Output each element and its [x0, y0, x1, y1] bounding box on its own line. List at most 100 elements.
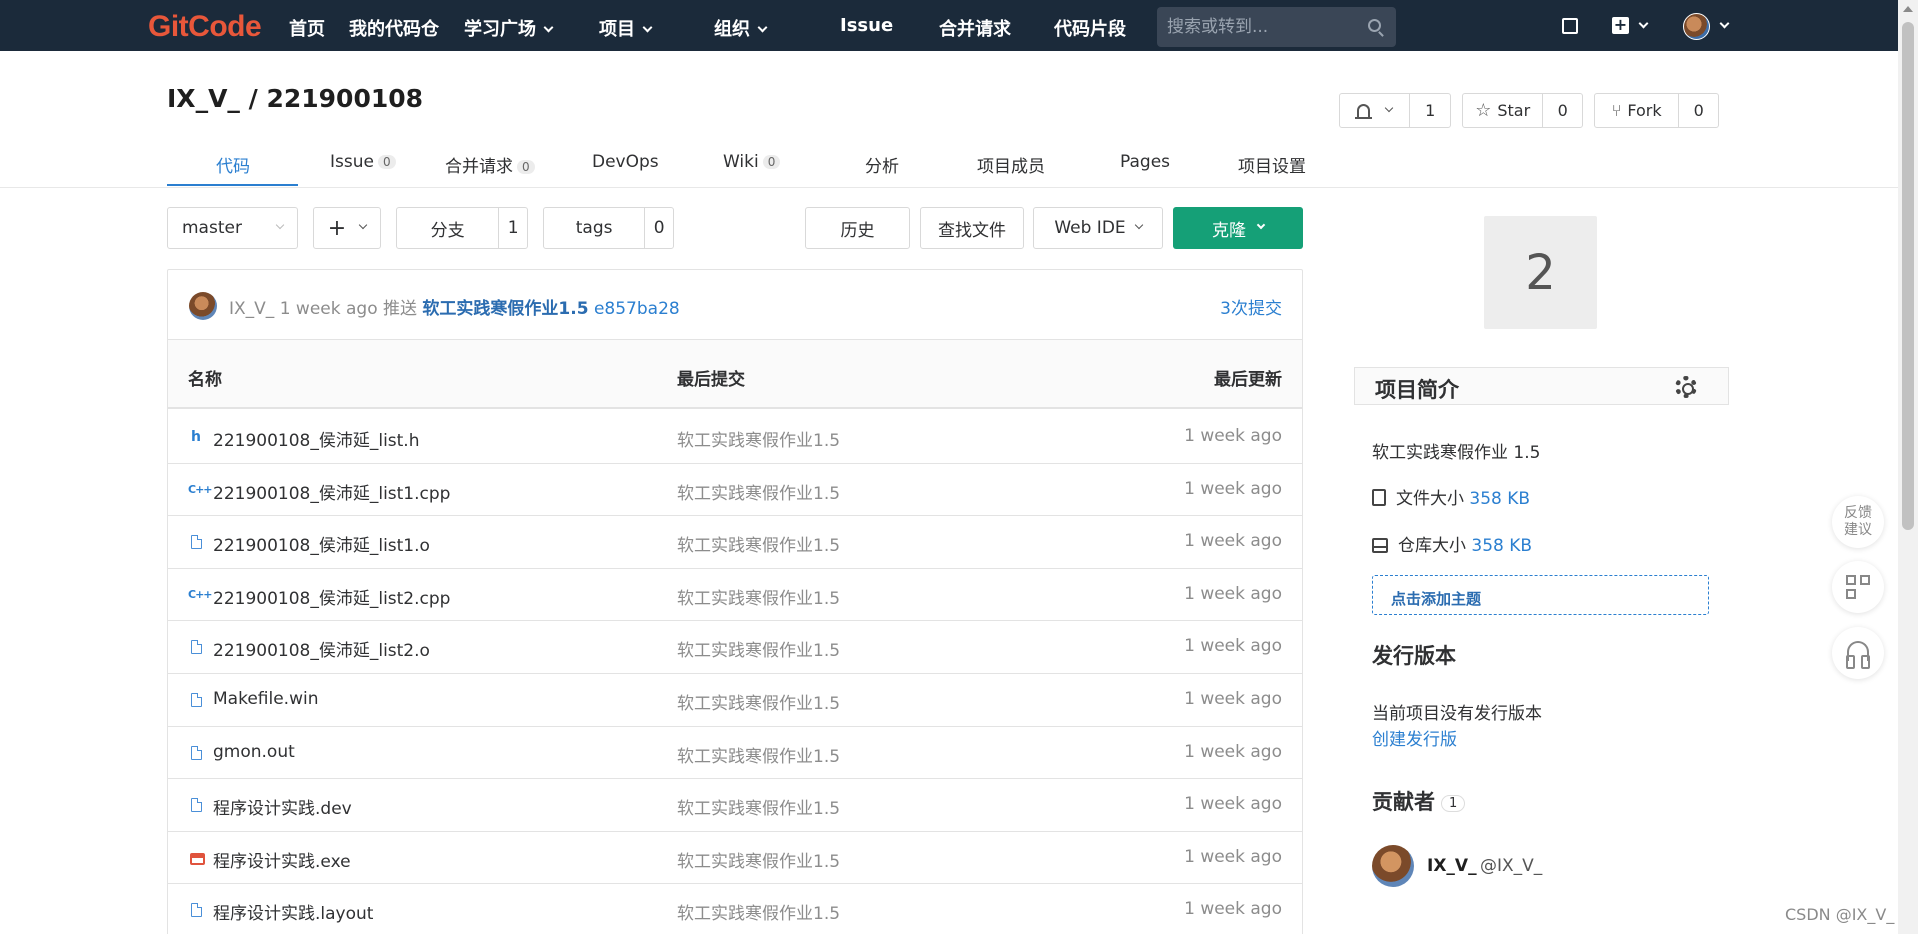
table-row[interactable]: 程序设计实践.exe 软工实践寒假作业1.5 1 week ago [168, 832, 1302, 885]
tab-analytics[interactable]: 分析 [865, 152, 899, 177]
table-row[interactable]: gmon.out 软工实践寒假作业1.5 1 week ago [168, 727, 1302, 780]
cpp-file-icon: C++ [188, 482, 213, 496]
nav-snippets[interactable]: 代码片段 [1054, 15, 1126, 41]
table-row[interactable]: h 221900108_侯沛延_list.h 软工实践寒假作业1.5 1 wee… [168, 411, 1302, 464]
scroll-up-arrow[interactable] [1903, 6, 1913, 12]
tab-pages[interactable]: Pages [1120, 152, 1170, 172]
watch-button[interactable]: 1 [1339, 93, 1451, 128]
star-label: Star [1497, 101, 1531, 120]
chevron-down-icon[interactable] [1638, 18, 1649, 29]
file-last-commit[interactable]: 软工实践寒假作业1.5 [677, 426, 840, 451]
file-name[interactable]: gmon.out [213, 742, 295, 762]
fork-button[interactable]: ⑂ Fork 0 [1594, 93, 1719, 128]
active-tab-indicator [167, 184, 298, 186]
table-row[interactable]: 221900108_侯沛延_list1.o 软工实践寒假作业1.5 1 week… [168, 516, 1302, 569]
support-button[interactable] [1832, 627, 1884, 679]
nav-orgs[interactable]: 组织 [714, 15, 768, 41]
tab-settings[interactable]: 项目设置 [1238, 152, 1306, 177]
todo-icon[interactable] [1562, 18, 1578, 34]
commit-message[interactable]: 软工实践寒假作业1.5 [422, 299, 588, 319]
contributor-name[interactable]: IX_V_ [1427, 856, 1477, 876]
repo-size-value[interactable]: 358 KB [1471, 536, 1532, 556]
project-intro-title: 项目简介 [1375, 378, 1459, 402]
user-avatar[interactable] [1683, 13, 1710, 40]
feedback-button[interactable]: 反馈 建议 [1832, 496, 1884, 548]
file-name[interactable]: 程序设计实践.dev [213, 794, 352, 819]
tags-count: 0 [644, 208, 673, 248]
nav-merge-requests[interactable]: 合并请求 [939, 15, 1011, 41]
tags-button[interactable]: tags 0 [543, 207, 674, 249]
create-release-link[interactable]: 创建发行版 [1372, 725, 1457, 750]
search-icon[interactable] [1368, 19, 1381, 32]
file-last-commit[interactable]: 软工实践寒假作业1.5 [677, 636, 840, 661]
file-name[interactable]: 221900108_侯沛延_list1.cpp [213, 479, 450, 504]
nav-my-repos[interactable]: 我的代码仓 [349, 15, 439, 41]
file-size-value[interactable]: 358 KB [1469, 489, 1530, 509]
file-last-commit[interactable]: 软工实践寒假作业1.5 [677, 531, 840, 556]
qr-code-button[interactable] [1832, 561, 1884, 613]
clone-label: 克隆 [1212, 220, 1246, 241]
branches-button[interactable]: 分支 1 [396, 207, 528, 249]
file-last-commit[interactable]: 软工实践寒假作业1.5 [677, 742, 840, 767]
file-last-commit[interactable]: 软工实践寒假作业1.5 [677, 794, 840, 819]
nav-learning[interactable]: 学习广场 [464, 15, 554, 41]
fork-label: Fork [1627, 101, 1662, 120]
repo-size-label: 仓库大小 [1398, 536, 1466, 556]
find-file-button[interactable]: 查找文件 [920, 207, 1024, 249]
page-scrollbar[interactable] [1898, 0, 1918, 934]
tab-code[interactable]: 代码 [216, 152, 250, 177]
tab-issue[interactable]: Issue 0 [330, 152, 396, 172]
file-name[interactable]: 221900108_侯沛延_list2.o [213, 636, 430, 661]
file-name[interactable]: 221900108_侯沛延_list1.o [213, 531, 430, 556]
file-name[interactable]: 221900108_侯沛延_list.h [213, 426, 420, 451]
file-name[interactable]: 程序设计实践.layout [213, 899, 373, 924]
clone-button[interactable]: 克隆 [1173, 207, 1303, 249]
gear-icon[interactable] [1675, 376, 1697, 398]
gitcode-logo[interactable]: GitCode [148, 10, 262, 44]
tab-members[interactable]: 项目成员 [977, 152, 1045, 177]
file-icon [191, 693, 202, 707]
table-row[interactable]: 程序设计实践.dev 软工实践寒假作业1.5 1 week ago [168, 779, 1302, 832]
add-topic-button[interactable]: 点击添加主题 [1372, 575, 1709, 615]
feedback-label: 反馈 [1844, 505, 1872, 521]
file-name[interactable]: 221900108_侯沛延_list2.cpp [213, 584, 450, 609]
tab-wiki[interactable]: Wiki 0 [723, 152, 781, 172]
table-row[interactable]: Makefile.win 软工实践寒假作业1.5 1 week ago [168, 674, 1302, 727]
table-row[interactable]: C++ 221900108_侯沛延_list1.cpp 软工实践寒假作业1.5 … [168, 464, 1302, 517]
search-input[interactable] [1167, 15, 1357, 39]
file-last-commit[interactable]: 软工实践寒假作业1.5 [677, 847, 840, 872]
web-ide-button[interactable]: Web IDE [1033, 207, 1163, 249]
file-name[interactable]: 程序设计实践.exe [213, 847, 351, 872]
history-button[interactable]: 历史 [805, 207, 910, 249]
commit-hash[interactable]: e857ba28 [594, 299, 680, 319]
file-last-commit[interactable]: 软工实践寒假作业1.5 [677, 479, 840, 504]
table-row[interactable]: 221900108_侯沛延_list2.o 软工实践寒假作业1.5 1 week… [168, 621, 1302, 674]
add-file-button[interactable]: + [313, 207, 381, 249]
branches-count: 1 [498, 208, 527, 248]
file-last-commit[interactable]: 软工实践寒假作业1.5 [677, 899, 840, 924]
branch-select[interactable]: master [167, 207, 298, 249]
nav-home[interactable]: 首页 [289, 15, 325, 41]
nav-projects[interactable]: 项目 [599, 15, 653, 41]
avatar[interactable] [1372, 845, 1414, 887]
commit-count-link[interactable]: 3次提交 [1220, 294, 1282, 319]
tab-merge-requests[interactable]: 合并请求 0 [445, 152, 535, 177]
scrollbar-thumb[interactable] [1902, 22, 1914, 530]
project-title[interactable]: IX_V_ / 221900108 [167, 84, 423, 113]
create-new-icon[interactable]: + [1612, 17, 1629, 34]
qr-code-icon [1860, 575, 1870, 585]
star-button[interactable]: ☆ Star 0 [1462, 93, 1583, 128]
nav-issue[interactable]: Issue [840, 15, 893, 36]
file-last-commit[interactable]: 软工实践寒假作业1.5 [677, 584, 840, 609]
tab-devops[interactable]: DevOps [592, 152, 659, 172]
commit-author[interactable]: IX_V_ [229, 299, 274, 319]
file-browser: IX_V_ 1 week ago 推送 软工实践寒假作业1.5 e857ba28… [167, 269, 1303, 934]
table-row[interactable]: 程序设计实践.layout 软工实践寒假作业1.5 1 week ago [168, 884, 1302, 934]
file-name[interactable]: Makefile.win [213, 689, 318, 709]
avatar[interactable] [189, 292, 217, 320]
contributors-count: 1 [1441, 795, 1466, 812]
chevron-down-icon[interactable] [1719, 18, 1730, 29]
file-last-commit[interactable]: 软工实践寒假作业1.5 [677, 689, 840, 714]
file-size-label: 文件大小 [1396, 489, 1464, 509]
table-row[interactable]: C++ 221900108_侯沛延_list2.cpp 软工实践寒假作业1.5 … [168, 569, 1302, 622]
